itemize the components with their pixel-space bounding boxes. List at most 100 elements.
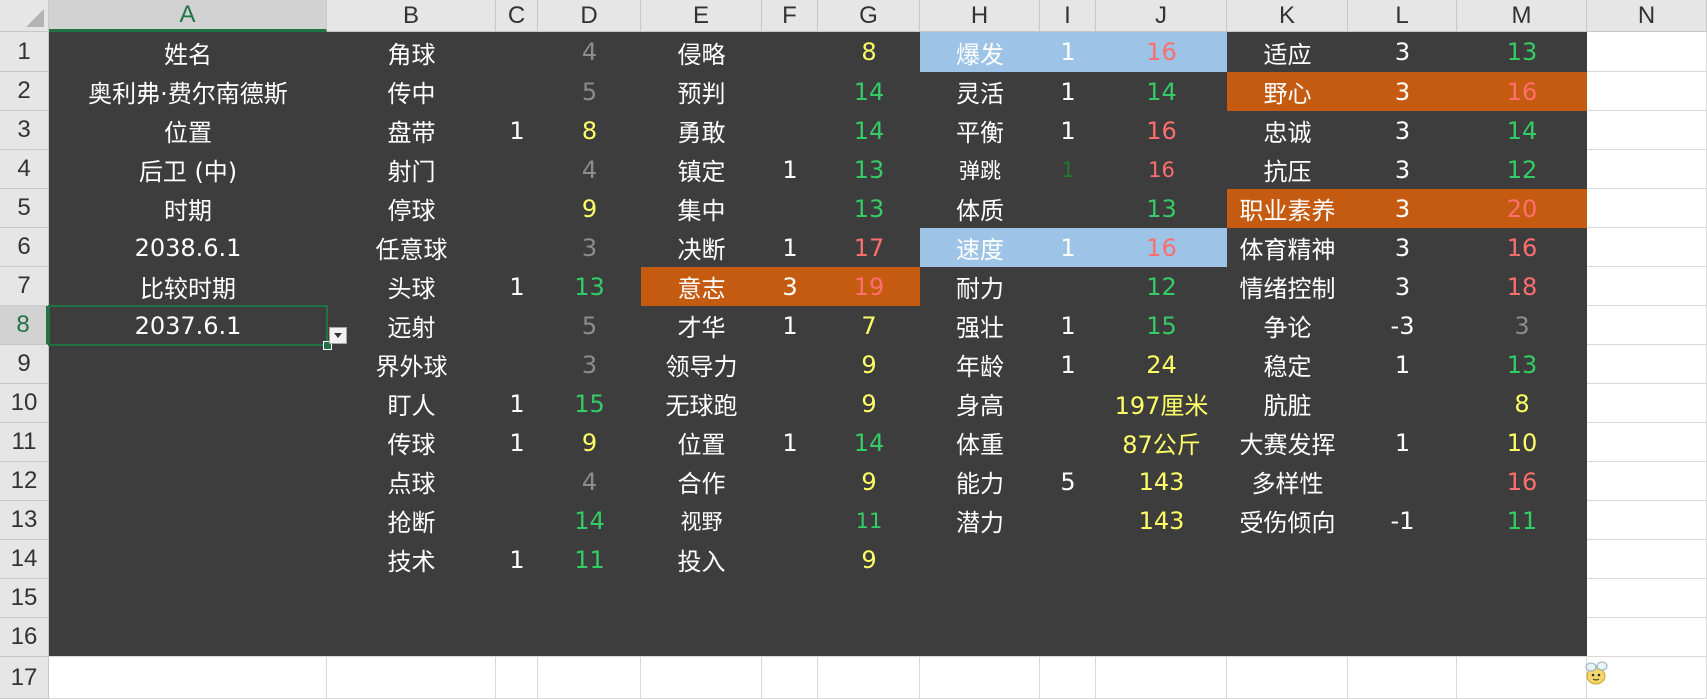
column-header-d[interactable]: D [538,0,641,32]
cell-a6[interactable]: 2038.6.1 [49,228,327,267]
cell-h4[interactable]: 弹跳 [920,150,1040,189]
cell-b1[interactable]: 角球 [327,32,496,72]
row-header-1[interactable]: 1 [0,32,49,72]
cell-g5[interactable]: 13 [818,189,920,228]
cell-g4[interactable]: 13 [818,150,920,189]
cell-l13[interactable]: -1 [1348,501,1457,540]
cell-e4[interactable]: 镇定 [641,150,762,189]
cell-a7[interactable]: 比较时期 [49,267,327,306]
row-header-4[interactable]: 4 [0,150,49,189]
cell-d10[interactable]: 15 [538,384,641,423]
cell-d11[interactable]: 9 [538,423,641,462]
cell-l2[interactable]: 3 [1348,72,1457,111]
cell-d5[interactable]: 9 [538,189,641,228]
column-header-j[interactable]: J [1096,0,1227,32]
cell-j11[interactable]: 87公斤 [1096,423,1227,462]
column-header-e[interactable]: E [641,0,762,32]
select-all-corner[interactable] [0,0,49,32]
cell-a5[interactable]: 时期 [49,189,327,228]
cell-h1[interactable]: 爆发 [920,32,1040,72]
cell-c11[interactable]: 1 [496,423,538,462]
row-header-7[interactable]: 7 [0,267,49,306]
cell-j9[interactable]: 24 [1096,345,1227,384]
cell-m11[interactable]: 10 [1457,423,1587,462]
column-header-n[interactable]: N [1587,0,1707,32]
cell-i2[interactable]: 1 [1040,72,1096,111]
cell-e6[interactable]: 决断 [641,228,762,267]
cell-m5[interactable]: 20 [1457,189,1587,228]
cell-d3[interactable]: 8 [538,111,641,150]
row-header-2[interactable]: 2 [0,72,49,111]
column-header-f[interactable]: F [762,0,818,32]
cell-k6[interactable]: 体育精神 [1227,228,1348,267]
cell-e2[interactable]: 预判 [641,72,762,111]
cell-m6[interactable]: 16 [1457,228,1587,267]
cell-m7[interactable]: 18 [1457,267,1587,306]
cell-c10[interactable]: 1 [496,384,538,423]
cell-m12[interactable]: 16 [1457,462,1587,501]
cell-i4[interactable]: 1 [1040,150,1096,189]
row-header-11[interactable]: 11 [0,423,49,462]
column-header-c[interactable]: C [496,0,538,32]
row-header-9[interactable]: 9 [0,345,49,384]
cell-l6[interactable]: 3 [1348,228,1457,267]
cell-d1[interactable]: 4 [538,32,641,72]
cell-m4[interactable]: 12 [1457,150,1587,189]
cell-m10[interactable]: 8 [1457,384,1587,423]
cell-g1[interactable]: 8 [818,32,920,72]
cell-h13[interactable]: 潜力 [920,501,1040,540]
cell-j5[interactable]: 13 [1096,189,1227,228]
cell-b10[interactable]: 盯人 [327,384,496,423]
cell-g8[interactable]: 7 [818,306,920,345]
column-header-h[interactable]: H [920,0,1040,32]
cell-h10[interactable]: 身高 [920,384,1040,423]
cell-d7[interactable]: 13 [538,267,641,306]
row-header-17[interactable]: 17 [0,657,49,699]
row-header-16[interactable]: 16 [0,618,49,657]
column-header-a[interactable]: A [49,0,327,32]
cell-g11[interactable]: 14 [818,423,920,462]
row-header-10[interactable]: 10 [0,384,49,423]
cell-c3[interactable]: 1 [496,111,538,150]
cell-j2[interactable]: 14 [1096,72,1227,111]
cell-l9[interactable]: 1 [1348,345,1457,384]
row-header-14[interactable]: 14 [0,540,49,579]
cell-i1[interactable]: 1 [1040,32,1096,72]
cell-m8[interactable]: 3 [1457,306,1587,345]
cell-g13[interactable]: 11 [818,501,920,540]
cell-d4[interactable]: 4 [538,150,641,189]
cell-b8[interactable]: 远射 [327,306,496,345]
validation-dropdown-arrow-icon[interactable] [329,327,347,344]
cell-l1[interactable]: 3 [1348,32,1457,72]
cell-h2[interactable]: 灵活 [920,72,1040,111]
row-header-13[interactable]: 13 [0,501,49,540]
cell-a1[interactable]: 姓名 [49,32,327,72]
cell-g10[interactable]: 9 [818,384,920,423]
cell-h9[interactable]: 年龄 [920,345,1040,384]
cell-b2[interactable]: 传中 [327,72,496,111]
cell-h11[interactable]: 体重 [920,423,1040,462]
cell-d12[interactable]: 4 [538,462,641,501]
cell-b7[interactable]: 头球 [327,267,496,306]
column-header-l[interactable]: L [1348,0,1457,32]
cell-h6[interactable]: 速度 [920,228,1040,267]
cell-g9[interactable]: 9 [818,345,920,384]
cell-e8[interactable]: 才华 [641,306,762,345]
cell-i9[interactable]: 1 [1040,345,1096,384]
cell-i8[interactable]: 1 [1040,306,1096,345]
cell-g12[interactable]: 9 [818,462,920,501]
cell-e5[interactable]: 集中 [641,189,762,228]
cell-m1[interactable]: 13 [1457,32,1587,72]
row-header-5[interactable]: 5 [0,189,49,228]
cell-l11[interactable]: 1 [1348,423,1457,462]
column-header-b[interactable]: B [327,0,496,32]
cell-f11[interactable]: 1 [762,423,818,462]
cell-d9[interactable]: 3 [538,345,641,384]
cell-g6[interactable]: 17 [818,228,920,267]
cell-d14[interactable]: 11 [538,540,641,579]
cell-j1[interactable]: 16 [1096,32,1227,72]
cell-l8[interactable]: -3 [1348,306,1457,345]
cell-i12[interactable]: 5 [1040,462,1096,501]
cell-k1[interactable]: 适应 [1227,32,1348,72]
cell-d8[interactable]: 5 [538,306,641,345]
